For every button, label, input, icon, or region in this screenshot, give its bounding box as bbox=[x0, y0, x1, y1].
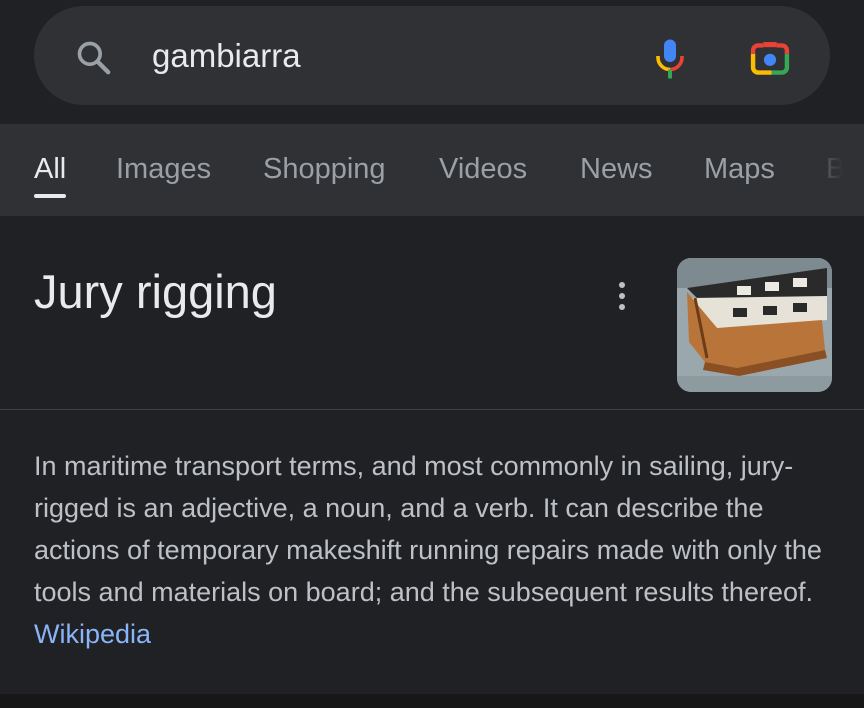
search-header: gambiarra bbox=[0, 0, 864, 124]
search-tabs: All Images Shopping Videos News Maps Bo bbox=[0, 124, 864, 216]
more-vert-icon[interactable] bbox=[612, 280, 632, 312]
search-icon[interactable] bbox=[74, 38, 114, 78]
microphone-icon[interactable] bbox=[652, 36, 688, 82]
tab-shopping[interactable]: Shopping bbox=[263, 152, 386, 186]
tab-news[interactable]: News bbox=[580, 152, 653, 186]
knowledge-panel-title: Jury rigging bbox=[34, 265, 277, 318]
tab-videos[interactable]: Videos bbox=[439, 152, 527, 186]
search-input[interactable]: gambiarra bbox=[152, 36, 301, 76]
tab-images[interactable]: Images bbox=[116, 152, 211, 186]
active-tab-indicator bbox=[34, 194, 66, 198]
search-results-page: gambiarra All Images Shopping Videos New… bbox=[0, 0, 864, 708]
section-divider bbox=[0, 409, 864, 410]
tab-all[interactable]: All bbox=[34, 152, 66, 186]
bottom-divider bbox=[0, 694, 864, 708]
wikipedia-link[interactable]: Wikipedia bbox=[34, 619, 151, 649]
tab-maps[interactable]: Maps bbox=[704, 152, 775, 186]
description-text: In maritime transport terms, and most co… bbox=[34, 451, 822, 607]
lens-camera-icon[interactable] bbox=[748, 38, 792, 80]
knowledge-panel-description: In maritime transport terms, and most co… bbox=[34, 445, 834, 655]
knowledge-panel-image[interactable] bbox=[677, 258, 832, 392]
search-bar[interactable]: gambiarra bbox=[34, 6, 830, 105]
tabs-fade-overlay bbox=[794, 124, 864, 216]
